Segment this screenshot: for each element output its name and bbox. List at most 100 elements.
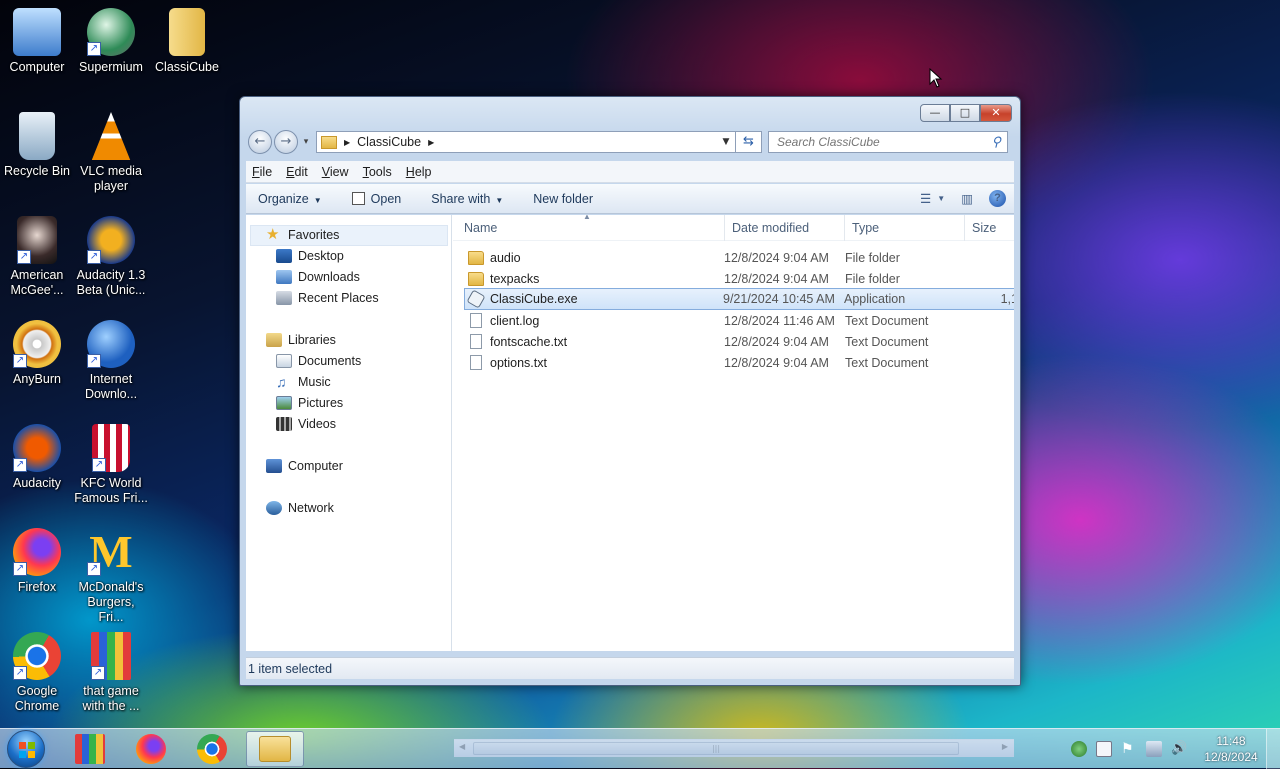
address-dropdown[interactable]: ▼ — [717, 137, 735, 147]
chevron-right-icon[interactable]: ▶ — [344, 138, 350, 147]
forward-button[interactable]: → — [274, 130, 298, 154]
show-desktop-button[interactable] — [1266, 729, 1280, 769]
nav-network[interactable]: Network — [266, 498, 334, 518]
american-mcgee-icon: ↗ — [17, 216, 57, 264]
nav-documents[interactable]: Documents — [276, 351, 361, 371]
new-folder-button[interactable]: New folder — [533, 192, 593, 206]
star-icon: ★ — [266, 226, 280, 243]
taskbar-explorer[interactable] — [246, 731, 304, 767]
recent-locations-dropdown[interactable]: ▾ — [300, 137, 312, 147]
desktop-icon-supermium[interactable]: ↗ Supermium — [74, 8, 148, 75]
chevron-right-icon[interactable]: ▶ — [428, 138, 434, 147]
network-icon[interactable] — [1146, 741, 1162, 757]
network-globe-icon[interactable] — [1071, 741, 1087, 757]
address-bar[interactable]: ▶ ClassiCube ▶ ▼ — [316, 131, 736, 153]
desktop-icon-mcdonalds[interactable]: M ↗ McDonald's Burgers, Fri... — [74, 528, 148, 625]
taskbar-chrome[interactable] — [183, 731, 241, 767]
nav-pictures[interactable]: Pictures — [276, 393, 343, 413]
search-input[interactable] — [775, 134, 975, 150]
file-list-pane[interactable]: Name ▲ Date modified Type Size audio 12/8… — [453, 215, 1014, 651]
supermium-icon: ↗ — [87, 8, 135, 56]
open-button[interactable]: Open — [351, 191, 401, 206]
column-header-name[interactable]: Name ▲ — [453, 215, 725, 241]
nav-computer[interactable]: Computer — [266, 456, 343, 476]
desktop-icon-vlc[interactable]: VLC media player — [74, 112, 148, 194]
document-icon — [470, 355, 482, 370]
help-icon[interactable]: ? — [989, 190, 1006, 207]
desktop-icon-google-chrome[interactable]: ↗ Google Chrome — [0, 632, 74, 714]
game-icon — [75, 734, 105, 764]
file-row-client-log[interactable]: client.log 12/8/2024 11:46 AM Text Docum… — [465, 310, 1014, 331]
nav-desktop[interactable]: Desktop — [276, 246, 344, 266]
desktop-icon-recycle-bin[interactable]: Recycle Bin — [0, 112, 74, 179]
nav-libraries[interactable]: Libraries — [266, 330, 336, 350]
file-type: Application — [844, 292, 906, 306]
desktop-icon-classicube-folder[interactable]: ClassiCube — [150, 8, 224, 75]
refresh-button[interactable]: ⇆ — [736, 131, 762, 153]
nav-recent-places[interactable]: Recent Places — [276, 288, 379, 308]
file-name: options.txt — [490, 355, 547, 370]
navigation-pane[interactable]: ★ Favorites Desktop Downloads Recent Plac… — [246, 215, 452, 651]
nav-videos[interactable]: Videos — [276, 414, 336, 434]
desktop-icon-kfc[interactable]: ↗ KFC World Famous Fri... — [74, 424, 148, 506]
desktop-icon-internet-download[interactable]: ↗ Internet Downlo... — [74, 320, 148, 402]
desktop-icon-game[interactable]: ↗ that game with the ... — [74, 632, 148, 714]
preview-pane-icon[interactable]: ▥ — [961, 191, 973, 206]
organize-button[interactable]: Organize ▼ — [258, 192, 322, 206]
search-icon[interactable]: ⚲ — [991, 134, 1001, 150]
file-row-options[interactable]: options.txt 12/8/2024 9:04 AM Text Docum… — [465, 352, 1014, 373]
menu-view[interactable]: View — [322, 165, 349, 179]
folder-icon — [468, 271, 484, 286]
minimize-button[interactable]: — — [920, 104, 950, 122]
column-header-type[interactable]: Type — [845, 215, 965, 241]
clock[interactable]: 11:48 12/8/2024 — [1196, 733, 1266, 765]
back-button[interactable]: ← — [248, 130, 272, 154]
search-box[interactable]: ⚲ — [768, 131, 1008, 153]
file-name: fontscache.txt — [490, 334, 568, 349]
desktop-icon-audacity[interactable]: ↗ Audacity — [0, 424, 74, 491]
desktop-icon-computer[interactable]: Computer — [0, 8, 74, 75]
close-button[interactable]: ✕ — [980, 104, 1012, 122]
system-tray: ⚑ 🔊 11:48 12/8/2024 — [1071, 729, 1280, 769]
start-button[interactable] — [7, 730, 45, 768]
file-row-texpacks[interactable]: texpacks 12/8/2024 9:04 AM File folder — [465, 268, 1014, 289]
file-row-fontscache[interactable]: fontscache.txt 12/8/2024 9:04 AM Text Do… — [465, 331, 1014, 352]
nav-downloads[interactable]: Downloads — [276, 267, 360, 287]
document-tray-icon[interactable] — [1096, 741, 1112, 757]
taskbar-firefox[interactable] — [122, 731, 180, 767]
share-with-button[interactable]: Share with ▼ — [431, 192, 503, 206]
file-row-classicube-exe[interactable]: ClassiCube.exe 9/21/2024 10:45 AM Applic… — [464, 288, 1014, 310]
maximize-button[interactable]: □ — [950, 104, 980, 122]
file-name: client.log — [490, 313, 540, 328]
nav-music[interactable]: ♫ Music — [276, 372, 331, 392]
action-center-flag-icon[interactable]: ⚑ — [1121, 741, 1137, 757]
change-view-icon[interactable]: ☰ — [920, 191, 931, 206]
column-label: Size — [972, 221, 997, 235]
desktop-icon-audacity-beta[interactable]: ↗ Audacity 1.3 Beta (Unic... — [74, 216, 148, 298]
volume-icon[interactable]: 🔊 — [1171, 741, 1187, 757]
menu-file[interactable]: File — [252, 165, 272, 179]
document-icon — [470, 313, 482, 328]
taskbar-game[interactable] — [61, 731, 119, 767]
desktop-icon-anyburn[interactable]: ↗ AnyBurn — [0, 320, 74, 387]
desktop-icon-american-mcgee[interactable]: ↗ American McGee'... — [0, 216, 74, 298]
nav-label: Downloads — [298, 270, 360, 284]
column-header-date[interactable]: Date modified — [725, 215, 845, 241]
desktop-icon-firefox[interactable]: ↗ Firefox — [0, 528, 74, 595]
view-options-dropdown[interactable]: ▼ — [937, 194, 945, 203]
desktop-icon-label: American McGee'... — [10, 268, 64, 297]
desktop-icon-label: Audacity — [13, 476, 61, 490]
command-bar: Organize ▼ Open Share with ▼ New folder ☰ … — [246, 184, 1014, 214]
nav-favorites[interactable]: ★ Favorites — [266, 225, 339, 245]
file-size: 1,11 — [1000, 292, 1014, 306]
documents-icon — [276, 354, 292, 368]
network-icon — [266, 501, 282, 515]
breadcrumb-classicube[interactable]: ClassiCube — [357, 135, 421, 149]
column-header-size[interactable]: Size — [965, 215, 1014, 241]
file-row-audio[interactable]: audio 12/8/2024 9:04 AM File folder — [465, 247, 1014, 268]
menu-help[interactable]: Help — [406, 165, 432, 179]
open-icon — [351, 191, 365, 205]
explorer-window[interactable]: — □ ✕ ← → ▾ ▶ ClassiCube ▶ ▼ ⇆ ⚲ File Ed… — [239, 96, 1021, 757]
menu-edit[interactable]: Edit — [286, 165, 308, 179]
menu-tools[interactable]: Tools — [363, 165, 392, 179]
